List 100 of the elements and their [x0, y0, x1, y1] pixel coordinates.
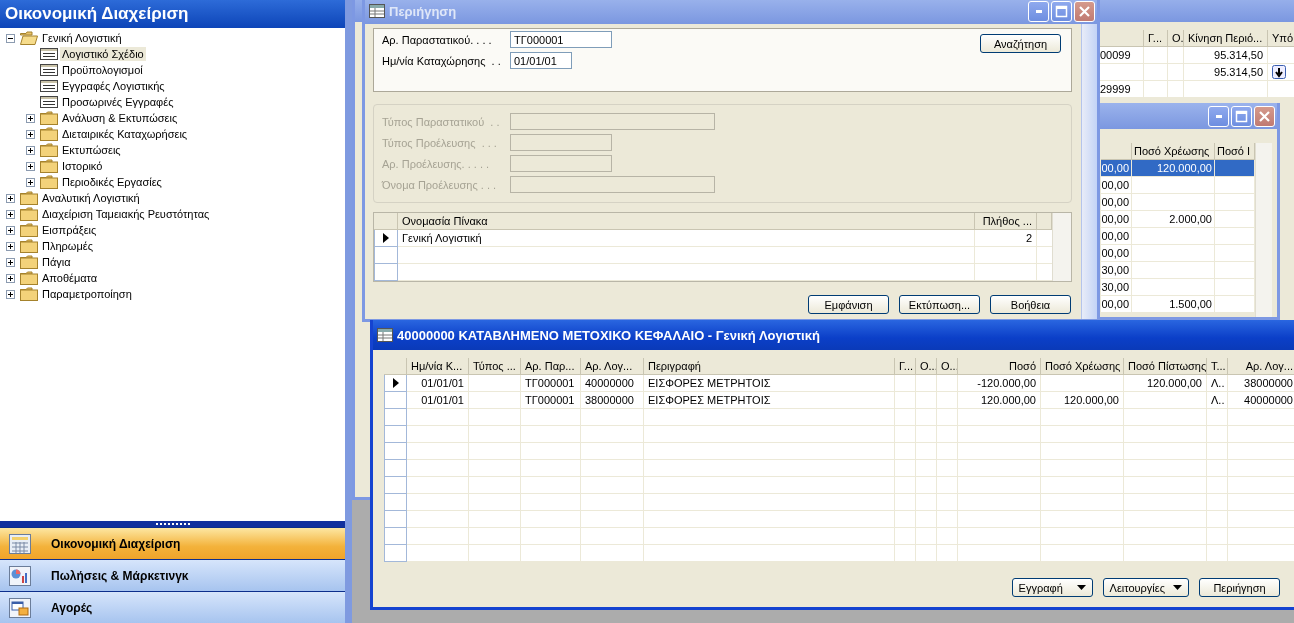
- row-pointer-icon: [383, 233, 389, 243]
- table-cell: [916, 511, 937, 528]
- expand-icon[interactable]: [26, 145, 35, 155]
- tree-item[interactable]: Παραμετροποίηση: [40, 287, 134, 301]
- module-button[interactable]: Πωλήσεις & Μάρκετινγκ: [0, 559, 345, 591]
- table-cell: 1.500,00: [1132, 296, 1215, 313]
- table-cell: [916, 426, 937, 443]
- tree-item[interactable]: Πληρωμές: [40, 239, 95, 253]
- tree-item[interactable]: Εισπράξεις: [40, 223, 99, 237]
- module-button[interactable]: Οικονομική Διαχείριση: [0, 527, 345, 559]
- column-header[interactable]: Ο...: [937, 358, 958, 375]
- tree-item[interactable]: Προσωρινές Εγγραφές: [60, 95, 176, 109]
- column-header[interactable]: Περιγραφή: [644, 358, 895, 375]
- row-pointer-icon: [392, 378, 399, 388]
- expand-icon[interactable]: [6, 209, 15, 219]
- field-label: Όνομα Προέλευσης . . .: [382, 178, 498, 191]
- table-cell: [581, 409, 644, 426]
- column-header[interactable]: Ποσό Χρέωσης: [1041, 358, 1124, 375]
- table-cell: [407, 443, 469, 460]
- column-header[interactable]: Αρ. Παρ...: [521, 358, 581, 375]
- expand-icon[interactable]: [26, 113, 35, 123]
- table-cell: 120.000,00: [1132, 160, 1215, 177]
- table-cell: [1207, 545, 1228, 562]
- splitter-handle[interactable]: [0, 521, 345, 527]
- field-label: Αρ. Προέλευσης. . . . .: [382, 157, 491, 170]
- table-cell: [937, 545, 958, 562]
- column-header[interactable]: Τ...: [1207, 358, 1228, 375]
- table-cell: [1207, 426, 1228, 443]
- column-header[interactable]: Ποσό Πίστωσης: [1124, 358, 1207, 375]
- dropdown-button[interactable]: Εγγραφή: [1011, 578, 1093, 597]
- tree-item[interactable]: Ιστορικό: [60, 159, 105, 173]
- tree-item[interactable]: Ανάλυση & Εκτυπώσεις: [60, 111, 180, 125]
- folder-icon: [20, 255, 38, 269]
- expand-icon[interactable]: [26, 161, 35, 171]
- table-cell: [1168, 47, 1184, 64]
- column-header[interactable]: Ο...: [916, 358, 937, 375]
- chart-icon: [9, 565, 31, 586]
- column-header[interactable]: Ονομασία Πίνακα: [398, 213, 975, 230]
- tree-item[interactable]: Λογιστικό Σχέδιο: [60, 47, 146, 61]
- table-cell: [937, 460, 958, 477]
- folder-icon: [20, 223, 38, 237]
- column-header[interactable]: Ποσό: [958, 358, 1041, 375]
- table-cell: [895, 511, 916, 528]
- tree-item[interactable]: Γενική Λογιστική: [40, 31, 124, 45]
- expand-icon[interactable]: [26, 129, 35, 139]
- table-cell: [407, 460, 469, 477]
- expand-icon[interactable]: [6, 289, 15, 299]
- table-cell: [937, 409, 958, 426]
- close-icon: [1078, 4, 1091, 18]
- navigate-button[interactable]: Περιήγηση: [1199, 578, 1280, 597]
- table-cell: 40000000: [581, 375, 644, 392]
- expand-icon[interactable]: [6, 273, 15, 283]
- table-cell: [581, 545, 644, 562]
- expand-icon[interactable]: [26, 177, 35, 187]
- expand-icon[interactable]: [6, 257, 15, 267]
- table-cell: [916, 392, 937, 409]
- table-cell: [916, 494, 937, 511]
- table-cell: [895, 545, 916, 562]
- tree-item[interactable]: Διεταιρικές Καταχωρήσεις: [60, 127, 190, 141]
- column-header[interactable]: Αρ. Λογ...: [581, 358, 644, 375]
- row-selector[interactable]: [384, 375, 407, 392]
- column-header[interactable]: [1037, 213, 1052, 230]
- tree-item[interactable]: Αναλυτική Λογιστική: [40, 191, 142, 205]
- column-header[interactable]: Ημ/νία Κ...: [407, 358, 469, 375]
- expand-icon[interactable]: [6, 241, 15, 251]
- table-cell: [1144, 47, 1168, 64]
- maximize-icon: [1235, 109, 1248, 123]
- expand-icon[interactable]: [6, 193, 15, 203]
- tree-item[interactable]: Εγγραφές Λογιστικής: [60, 79, 167, 93]
- table-cell: [407, 545, 469, 562]
- dropdown-button[interactable]: Λειτουργίες: [1102, 578, 1189, 597]
- table-cell: [469, 392, 521, 409]
- tree-item[interactable]: Πάγια: [40, 255, 73, 269]
- table-cell: 38000000: [581, 392, 644, 409]
- table-cell: 120.000,00: [1041, 392, 1124, 409]
- minimize-icon: [1215, 114, 1222, 118]
- drill-down-icon[interactable]: [1272, 65, 1286, 79]
- table-cell: [895, 528, 916, 545]
- table-cell: [521, 545, 581, 562]
- collapse-icon[interactable]: [6, 33, 15, 43]
- column-header[interactable]: Γ...: [895, 358, 916, 375]
- tree-item[interactable]: Αποθέματα: [40, 271, 100, 285]
- expand-icon[interactable]: [6, 225, 15, 235]
- table-cell: [1207, 409, 1228, 426]
- close-icon: [1258, 109, 1271, 123]
- table-cell: [469, 426, 521, 443]
- tree-item[interactable]: Διαχείριση Ταμειακής Ρευστότητας: [40, 207, 212, 221]
- tree-item[interactable]: Περιοδικές Εργασίες: [60, 175, 164, 189]
- column-header[interactable]: Τύπος ...: [469, 358, 521, 375]
- table-cell: [521, 443, 581, 460]
- caret-icon: [1173, 585, 1182, 590]
- minimize-icon: [1035, 9, 1042, 13]
- module-button[interactable]: Αγορές: [0, 591, 345, 623]
- row-selector[interactable]: [374, 230, 398, 247]
- column-header[interactable]: Πλήθος ...: [975, 213, 1037, 230]
- tree-item[interactable]: Προϋπολογισμοί: [60, 63, 145, 77]
- table-icon: [377, 328, 393, 342]
- column-header[interactable]: Αρ. Λογ...: [1228, 358, 1294, 375]
- table-cell: [521, 477, 581, 494]
- tree-item[interactable]: Εκτυπώσεις: [60, 143, 123, 157]
